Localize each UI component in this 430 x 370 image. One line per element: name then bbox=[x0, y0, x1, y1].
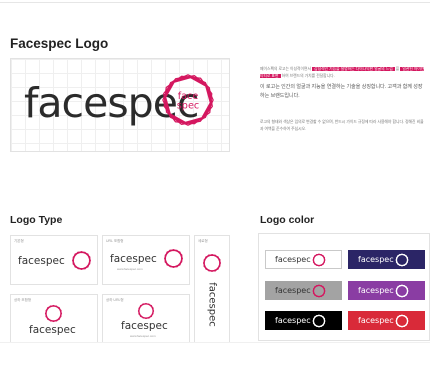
flower-mark-icon bbox=[137, 302, 155, 320]
description-paragraph-2: 이 로고는 인간의 얼굴과 지능을 연결하는 기술을 상징합니다. 고객과 함께… bbox=[260, 84, 423, 99]
logo-type-wordmark: facespec bbox=[110, 253, 157, 265]
swatch-wordmark: facespec bbox=[275, 286, 311, 295]
logo-type-card-vertical: 세로형 facespec bbox=[194, 235, 230, 343]
desc-text: 페이스펙의 로고는 이성적이면서 bbox=[260, 67, 312, 71]
logo-color-swatch: facespec bbox=[348, 311, 425, 330]
logo-type-url: www.facespec.com bbox=[130, 334, 156, 338]
logo-color-swatch: facespec bbox=[265, 311, 342, 330]
hero-logo-panel: facespec face spec bbox=[10, 58, 230, 152]
page: Facespec Logo facespec face spec 페이스펙의 로… bbox=[0, 0, 430, 370]
flower-mark-icon bbox=[71, 250, 92, 271]
logo-type-card-stacked: 상하 조합형 facespec bbox=[10, 294, 98, 343]
flower-mark-icon bbox=[202, 253, 222, 273]
description-paragraph-3: 로고의 형태와 색상은 임의로 변경할 수 없으며, 반드시 가이드 규정에 따… bbox=[260, 120, 424, 131]
swatch-wordmark: facespec bbox=[275, 316, 311, 325]
logo-type-label: 상하 URL형 bbox=[106, 298, 124, 302]
flower-mark-icon bbox=[163, 248, 184, 269]
flower-mark-icon bbox=[395, 314, 409, 328]
flower-mark-icon bbox=[312, 284, 326, 298]
top-divider bbox=[0, 2, 430, 3]
logo-type-wordmark: facespec bbox=[18, 255, 65, 267]
logo-type-card-basic: 기본형 facespec bbox=[10, 235, 98, 285]
bottom-divider bbox=[0, 342, 430, 343]
flower-mark-icon bbox=[395, 284, 409, 298]
flower-mark-icon bbox=[395, 253, 409, 267]
logo-type-wordmark: facespec bbox=[121, 320, 168, 332]
logo-type-card-url: URL 포함형 facespec www.facespec.com bbox=[102, 235, 190, 285]
logo-type-wordmark: facespec bbox=[29, 324, 76, 336]
swatch-wordmark: facespec bbox=[358, 255, 394, 264]
page-title: Facespec Logo bbox=[10, 36, 109, 51]
hero-logo-mark: face spec bbox=[159, 71, 217, 134]
flower-mark-icon: face spec bbox=[162, 74, 214, 126]
logo-type-label: 상하 조합형 bbox=[14, 298, 32, 302]
logo-type-label: 기본형 bbox=[14, 239, 24, 243]
swatch-wordmark: facespec bbox=[358, 286, 394, 295]
flower-mark-icon bbox=[44, 304, 63, 323]
logo-type-wordmark-vertical: facespec bbox=[206, 282, 218, 327]
desc-text: 하여 브랜드의 가치를 전달합니다. bbox=[281, 74, 335, 78]
logo-type-label: URL 포함형 bbox=[106, 239, 124, 243]
mark-text-spec: spec bbox=[177, 101, 199, 112]
section-title-logo-color: Logo color bbox=[260, 214, 315, 226]
logo-type-label: 세로형 bbox=[198, 239, 208, 243]
logo-type-card-stacked-url: 상하 URL형 facespec www.facespec.com bbox=[102, 294, 190, 343]
description-paragraph-1: 페이스펙의 로고는 이성적이면서 감성적인 기능을 설명하는 다이나믹한 얼굴의… bbox=[260, 66, 426, 80]
logo-color-swatch: facespec bbox=[348, 281, 425, 300]
section-title-logo-type: Logo Type bbox=[10, 214, 63, 226]
logo-color-swatch: facespec bbox=[348, 250, 425, 269]
swatch-wordmark: facespec bbox=[358, 316, 394, 325]
logo-color-swatch: facespec bbox=[265, 250, 342, 269]
swatch-wordmark: facespec bbox=[275, 255, 311, 264]
flower-mark-icon bbox=[312, 253, 326, 267]
logo-type-url: www.facespec.com bbox=[117, 267, 143, 271]
flower-mark-icon bbox=[312, 314, 326, 328]
desc-highlight-1: 감성적인 기능을 설명하는 다이나믹한 얼굴의 느낌 bbox=[312, 67, 395, 71]
logo-color-swatch: facespec bbox=[265, 281, 342, 300]
